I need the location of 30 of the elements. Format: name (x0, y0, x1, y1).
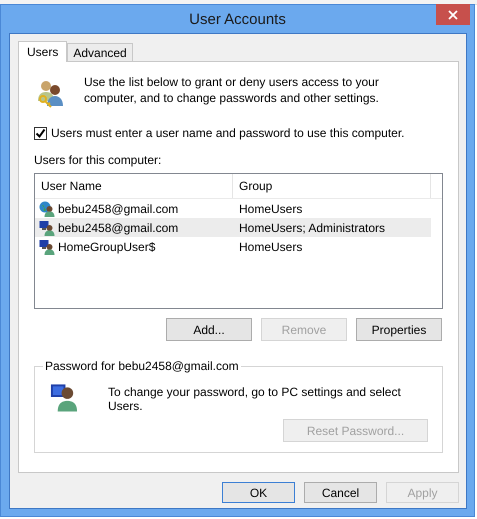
column-header[interactable]: Group (233, 174, 431, 198)
list-button[interactable]: Add... (166, 318, 252, 341)
globe-user-icon (39, 200, 55, 216)
check-icon (35, 128, 46, 138)
user-group: HomeUsers; Administrators (239, 220, 386, 234)
checkbox-label: Users must enter a user name and password to use this computer. (51, 126, 405, 140)
user-name: bebu2458@gmail.com (58, 220, 178, 234)
groupbox-legend: Password for bebu2458@gmail.com (43, 359, 241, 373)
list-button[interactable]: Properties (356, 318, 442, 341)
column-header[interactable]: User Name (35, 174, 233, 198)
monitor-user-icon (39, 238, 55, 254)
user-row[interactable]: HomeGroupUser$ HomeUsers (35, 237, 431, 256)
window-title: User Accounts (189, 10, 286, 28)
dialog-button[interactable]: Cancel (304, 482, 377, 503)
tab[interactable]: Advanced (67, 43, 133, 61)
user-group: HomeUsers (239, 240, 302, 254)
user-row[interactable]: bebu2458@gmail.com HomeUsers (35, 199, 431, 218)
tab[interactable]: Users (18, 41, 68, 62)
user-group: HomeUsers (239, 202, 302, 216)
monitor-user-icon (39, 220, 55, 236)
close-icon (448, 10, 458, 20)
instructions-text: Use the list below to grant or deny users access to your computer, and to change passwords and other settings. (84, 74, 380, 107)
user-name: bebu2458@gmail.com (58, 202, 178, 216)
close-button[interactable] (436, 4, 470, 25)
users-list-label: Users for this computer: (34, 153, 162, 167)
password-message: To change your password, go to PC settings and select Users. (108, 385, 402, 413)
user-name: HomeGroupUser$ (58, 240, 156, 254)
dialog-button[interactable]: OK (222, 482, 295, 503)
user-row[interactable]: bebu2458@gmail.com HomeUsers; Administrators (35, 218, 431, 237)
checkbox[interactable] (34, 126, 47, 140)
